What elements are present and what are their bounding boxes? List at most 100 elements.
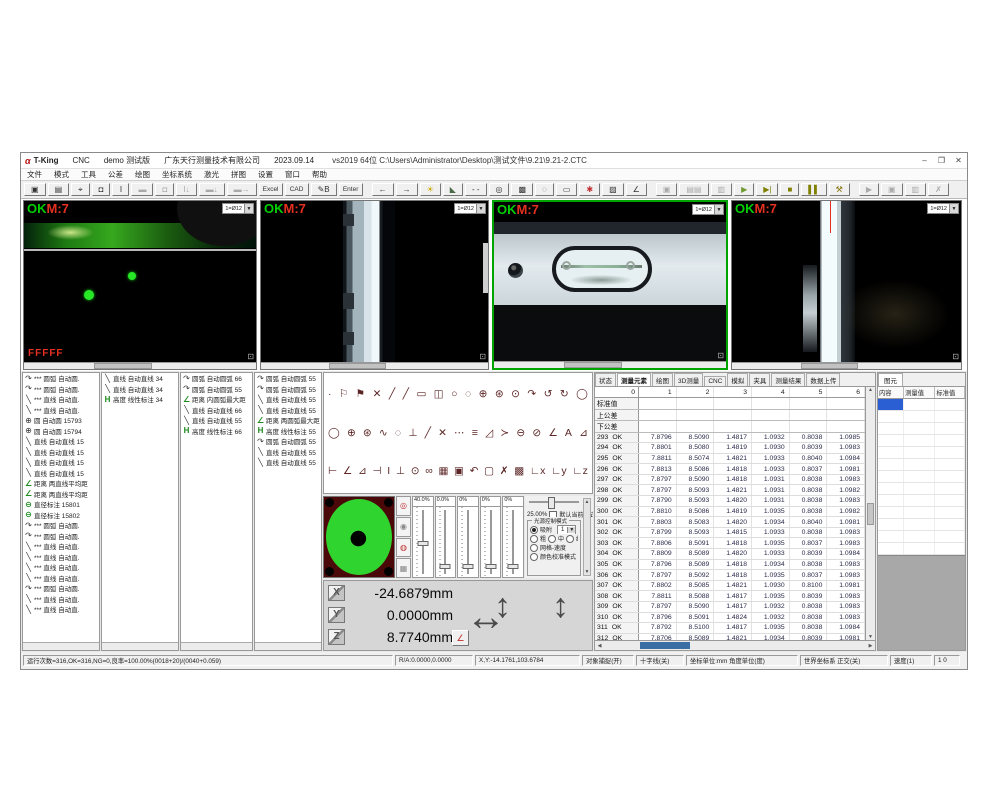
measure-value-cell[interactable]: 1.0983 bbox=[827, 602, 865, 612]
block-right-icon[interactable]: ▬→ bbox=[227, 183, 257, 196]
scroll-thumb[interactable] bbox=[867, 503, 874, 525]
measure-value-cell[interactable]: 1.0983 bbox=[827, 538, 865, 548]
light-slider-2[interactable]: 0% bbox=[457, 496, 479, 578]
measure-value-cell[interactable]: 1.4819 bbox=[714, 507, 752, 517]
list-item[interactable]: ╲直线 自动直线 55 bbox=[255, 457, 321, 468]
scroll-up-icon[interactable]: ▲ bbox=[585, 499, 590, 505]
measure-value-cell[interactable]: 1.4821 bbox=[714, 485, 752, 495]
scroll-thumb[interactable] bbox=[94, 363, 152, 369]
measure-value-cell[interactable]: 8.5092 bbox=[677, 570, 715, 580]
measure-value-cell[interactable]: 1.0935 bbox=[752, 570, 790, 580]
palette-tool-icon[interactable]: ╱ bbox=[425, 428, 431, 439]
table-row[interactable]: 293OK7.87968.50901.48171.09320.80381.098… bbox=[595, 433, 865, 444]
report-pen-icon[interactable]: ✎B bbox=[311, 183, 337, 196]
palette-tool-icon[interactable]: ⚑ bbox=[356, 389, 365, 400]
joystick-circle[interactable] bbox=[326, 499, 392, 575]
tolerance-cell[interactable] bbox=[639, 410, 677, 421]
table-row[interactable]: 301OK7.88038.50831.48201.09340.80401.098… bbox=[595, 517, 865, 528]
palette-tool-icon[interactable]: ∠ bbox=[548, 428, 557, 439]
measure-value-cell[interactable]: 0.8038 bbox=[790, 623, 828, 633]
palette-tool-icon[interactable]: ✗ bbox=[500, 466, 509, 477]
run-icon[interactable]: ▶ bbox=[734, 183, 754, 196]
measure-value-cell[interactable]: 0.8038 bbox=[790, 613, 828, 623]
measure-value-cell[interactable]: 0.8037 bbox=[790, 538, 828, 548]
tolerance-cell[interactable] bbox=[827, 410, 865, 421]
list-item[interactable]: ╲*** 直线 自动直. bbox=[23, 541, 99, 552]
camera-view-4[interactable]: OKM:7 1=Ø12▼ ⊡ bbox=[731, 200, 962, 370]
table-row[interactable]: 307OK7.88028.50851.48211.09300.81001.098… bbox=[595, 581, 865, 592]
tolerance-cell[interactable] bbox=[752, 421, 790, 432]
results-tab-7[interactable]: 测量结果 bbox=[771, 373, 805, 386]
list-item[interactable]: ╲直线 自动直线 66 bbox=[181, 405, 252, 416]
element-row[interactable] bbox=[878, 411, 965, 423]
table-hscrollbar[interactable]: ◀ ▶ bbox=[595, 640, 875, 650]
table-row[interactable]: 296OK7.88138.50861.48181.09330.80371.098… bbox=[595, 464, 865, 475]
radio-button[interactable] bbox=[530, 535, 538, 543]
list-item[interactable]: ╲直线 自动直线 15 bbox=[23, 468, 99, 479]
results-tab-6[interactable]: 夹具 bbox=[749, 373, 770, 386]
palette-tool-icon[interactable]: ✕ bbox=[438, 428, 447, 439]
palette-tool-icon[interactable]: ⊿ bbox=[579, 428, 588, 439]
palette-tool-icon[interactable]: ◌ bbox=[465, 389, 471, 400]
element-cell[interactable] bbox=[878, 459, 904, 470]
measure-value-cell[interactable]: 7.8792 bbox=[639, 623, 677, 633]
measure-value-cell[interactable]: 7.8799 bbox=[639, 528, 677, 538]
measure-value-cell[interactable]: 7.8796 bbox=[639, 613, 677, 623]
scroll-thumb[interactable] bbox=[801, 363, 858, 369]
results-tab-2[interactable]: 绘图 bbox=[652, 373, 673, 386]
results-tab-8[interactable]: 数据上传 bbox=[806, 373, 840, 386]
element-row[interactable] bbox=[878, 543, 965, 555]
palette-tool-icon[interactable]: · bbox=[328, 389, 332, 400]
light-slider-0[interactable]: 40.0% bbox=[412, 496, 434, 578]
radio-button[interactable] bbox=[548, 535, 556, 543]
palette-tool-icon[interactable]: ⊿ bbox=[358, 466, 367, 477]
palette-tool-icon[interactable]: ▢ bbox=[484, 466, 494, 477]
measure-value-cell[interactable]: 0.8038 bbox=[790, 496, 828, 506]
block-down-icon[interactable]: ▬↓ bbox=[199, 183, 225, 196]
measure-value-cell[interactable]: 1.0982 bbox=[827, 485, 865, 495]
magnification-combo[interactable]: 1=Ø12▼ bbox=[927, 203, 959, 214]
table-row[interactable]: 305OK7.87968.50891.48181.09340.80381.098… bbox=[595, 560, 865, 571]
measure-value-cell[interactable]: 1.4817 bbox=[714, 433, 752, 443]
results-tab-3[interactable]: 3D测量 bbox=[674, 373, 703, 386]
element-cell[interactable] bbox=[878, 435, 904, 446]
light-slider-4[interactable]: 0% bbox=[502, 496, 524, 578]
measure-value-cell[interactable]: 1.0983 bbox=[827, 496, 865, 506]
element-cell[interactable] bbox=[935, 471, 965, 482]
measure-value-cell[interactable]: 1.0931 bbox=[752, 496, 790, 506]
list-item[interactable]: ↷*** 圆弧 自动圆. bbox=[23, 373, 99, 384]
measure-value-cell[interactable]: 0.8037 bbox=[790, 570, 828, 580]
table-row[interactable]: 309OK7.87978.50901.48171.09320.80381.098… bbox=[595, 602, 865, 613]
tools-icon[interactable]: ⚒ bbox=[829, 183, 850, 196]
palette-tool-icon[interactable]: ∟z bbox=[572, 466, 588, 477]
play2-icon[interactable]: ▶ bbox=[859, 183, 879, 196]
element-row[interactable] bbox=[878, 483, 965, 495]
results-tab-4[interactable]: CNC bbox=[704, 376, 726, 386]
measure-value-cell[interactable]: 1.4818 bbox=[714, 560, 752, 570]
slider-thumb[interactable] bbox=[548, 497, 555, 509]
measure-value-cell[interactable]: 1.0983 bbox=[827, 613, 865, 623]
list-scrollbar[interactable] bbox=[255, 642, 321, 650]
element-row[interactable] bbox=[878, 507, 965, 519]
measure-value-cell[interactable]: 1.4824 bbox=[714, 613, 752, 623]
light-slider-3[interactable]: 0% bbox=[480, 496, 502, 578]
excel-export-button[interactable]: Excel bbox=[259, 183, 283, 196]
ring-light-button-3[interactable]: ▦ bbox=[396, 558, 411, 578]
measure-value-cell[interactable]: 1.0933 bbox=[752, 549, 790, 559]
measure-value-cell[interactable]: 7.8811 bbox=[639, 454, 677, 464]
menu-item-7[interactable]: 拼图 bbox=[225, 169, 252, 180]
palette-tool-icon[interactable]: ⊛ bbox=[495, 389, 504, 400]
table-row[interactable]: 294OK7.88018.50801.48191.09300.80391.098… bbox=[595, 443, 865, 454]
list-item[interactable]: ↷圆弧 自动圆弧 55 bbox=[181, 384, 252, 395]
joystick-pad[interactable] bbox=[323, 496, 395, 578]
table-row[interactable]: 299OK7.87908.50931.48201.09310.80381.098… bbox=[595, 496, 865, 507]
palette-tool-icon[interactable]: ╱ bbox=[389, 389, 395, 400]
measure-value-cell[interactable]: 0.8038 bbox=[790, 507, 828, 517]
list-item[interactable]: ╲直线 自动直线 55 bbox=[255, 394, 321, 405]
palette-tool-icon[interactable]: ▭ bbox=[416, 389, 426, 400]
stop-icon[interactable]: ■ bbox=[780, 183, 799, 196]
measure-value-cell[interactable]: 1.4820 bbox=[714, 549, 752, 559]
block-icon[interactable]: ▬ bbox=[131, 183, 153, 196]
list-item[interactable]: ╲*** 直线 自动直. bbox=[23, 562, 99, 573]
radio-button[interactable] bbox=[530, 553, 538, 561]
